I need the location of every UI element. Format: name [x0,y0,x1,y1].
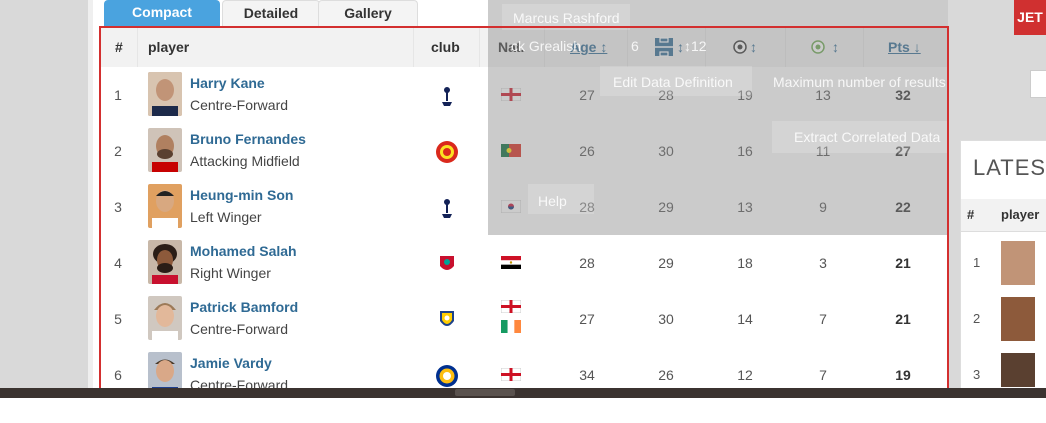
latest-rank: 1 [973,255,981,270]
rank-cell: 3 [114,199,122,215]
tab-gallery[interactable]: Gallery [318,0,418,27]
table-row[interactable]: 4 Mohamed Salah Right Winger 28 29 18 3 … [99,235,947,292]
rank-cell: 2 [114,143,122,159]
player-avatar [1001,353,1035,387]
latest-rank: 2 [973,311,981,326]
leeds-crest-icon [440,311,454,326]
latest-rank: 3 [973,367,981,382]
apps-cell: 29 [658,255,674,271]
left-gutter [0,0,93,388]
player-avatar [1001,297,1035,341]
rank-cell: 1 [114,87,122,103]
gutter-edge [88,0,93,388]
jet-button[interactable]: JET [1014,0,1046,35]
assists-cell: 3 [819,255,827,271]
header-player: player [148,39,190,55]
latest-table: LATEST N # player 1 2 3 [960,140,1046,390]
tab-detailed[interactable]: Detailed [222,0,320,27]
player-name-link[interactable]: Jamie Vardy [190,355,272,371]
player-avatar [1001,241,1035,285]
player-name-link[interactable]: Mohamed Salah [190,243,297,259]
overlay-count-twelve: ↕12 [684,38,707,54]
goals-cell: 14 [737,311,753,327]
player-name-link[interactable]: Bruno Fernandes [190,131,306,147]
tab-compact[interactable]: Compact [104,0,220,26]
points-cell: 21 [895,311,911,327]
header-club: club [431,39,460,55]
player-position: Left Winger [190,209,262,225]
tottenham-crest-icon [442,87,452,106]
overlay-panel: Marcus Rashford ck Grealish 6 ↕12 Edit D… [488,0,1005,235]
overlay-player-name[interactable]: Marcus Rashford [513,10,620,26]
player-avatar [148,184,182,228]
age-cell: 27 [579,311,595,327]
man-utd-crest-icon [436,141,458,163]
liverpool-crest-icon [440,256,454,270]
rank-cell: 5 [114,311,122,327]
latest-header-player: player [1001,207,1040,222]
overlay-count-six: 6 [631,38,639,54]
player-position: Right Winger [190,265,271,281]
points-cell: 21 [895,255,911,271]
player-name-link[interactable]: Patrick Bamford [190,299,298,315]
max-results-input[interactable] [1030,70,1046,98]
tottenham-crest-icon [442,199,452,218]
ireland-flag-icon [501,320,521,333]
age-cell: 28 [579,255,595,271]
player-position: Attacking Midfield [190,153,300,169]
player-avatar [148,128,182,172]
rank-cell: 4 [114,255,122,271]
apps-cell: 30 [658,311,674,327]
england-flag-icon [501,300,521,313]
egypt-flag-icon [501,256,521,269]
horizontal-scrollbar[interactable] [0,388,1046,398]
header-rank: # [115,39,123,55]
player-avatar [148,296,182,340]
england-flag-icon [501,368,521,381]
latest-header-rank: # [967,207,975,222]
edit-data-definition-button[interactable]: Edit Data Definition [613,74,733,90]
player-name-link[interactable]: Harry Kane [190,75,265,91]
table-row[interactable]: 5 Patrick Bamford Centre-Forward 27 30 1… [99,291,947,348]
extract-correlated-data-button[interactable]: Extract Correlated Data [794,129,940,145]
player-name-link[interactable]: Heung-min Son [190,187,293,203]
player-avatar [148,72,182,116]
page-bottom [0,398,1046,423]
player-avatar [148,240,182,284]
leicester-crest-icon [436,365,458,387]
player-position: Centre-Forward [190,321,289,337]
overlay-partial-name[interactable]: ck Grealish [511,38,581,54]
player-position: Centre-Forward [190,97,289,113]
scrollbar-thumb[interactable] [455,389,515,396]
help-button[interactable]: Help [538,193,567,209]
latest-heading: LATEST N [973,155,1046,180]
goals-cell: 18 [737,255,753,271]
assists-cell: 7 [819,311,827,327]
